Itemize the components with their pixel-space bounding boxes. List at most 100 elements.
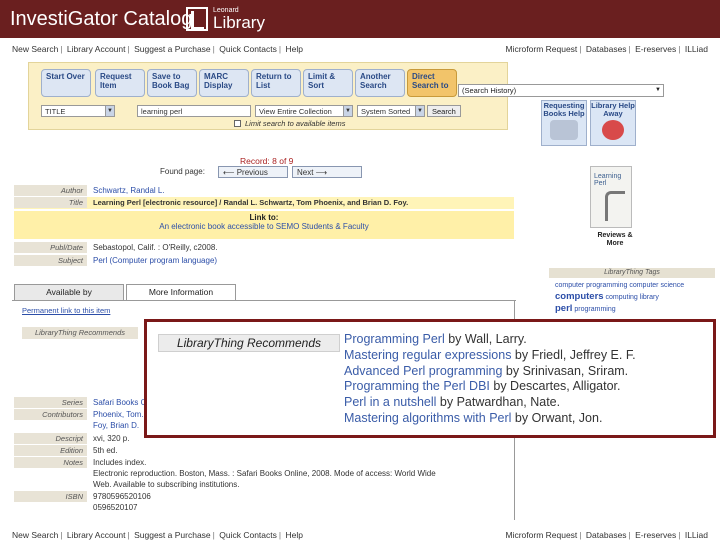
tag-link[interactable]: computer programming	[555, 282, 627, 289]
edition-value: 5th ed.	[93, 446, 118, 455]
search-term-input[interactable]: learning perl	[137, 105, 251, 117]
limit-available-label: Limit search to available items	[245, 119, 346, 128]
nav-new-search[interactable]: New Search	[12, 44, 58, 54]
descript-value: xvi, 320 p.	[93, 434, 130, 443]
notes-value: Electronic reproduction. Boston, Mass. :…	[93, 469, 436, 478]
recommendation-author: by Srinivasan, Sriram.	[502, 363, 629, 378]
chevron-down-icon: ▼	[655, 87, 661, 93]
tab-available-by[interactable]: Available by	[14, 284, 124, 300]
tag-link[interactable]: computing	[606, 294, 638, 301]
limit-available-checkbox[interactable]	[234, 120, 241, 127]
nav-illiad[interactable]: ILLiad	[685, 530, 708, 540]
direct-search-button[interactable]: Direct Search to	[407, 69, 457, 97]
return-to-list-button[interactable]: Return to List	[251, 69, 301, 97]
requesting-books-help-button[interactable]: Requesting Books Help	[541, 100, 587, 146]
chevron-down-icon: ▼	[105, 106, 114, 116]
recommendation-author: by Friedl, Jeffrey E. F.	[511, 347, 636, 362]
direct-search-select[interactable]: (Search History) ▼	[458, 84, 664, 97]
nav-quick-contacts[interactable]: Quick Contacts	[219, 530, 277, 540]
chat-bubble-icon	[602, 120, 624, 140]
library-help-button[interactable]: Library Help Away	[590, 100, 636, 146]
top-nav: New Search | Library Account | Suggest a P…	[12, 44, 708, 54]
recommendation-title-link[interactable]: Perl in a nutshell	[344, 395, 436, 409]
nav-quick-contacts[interactable]: Quick Contacts	[219, 44, 277, 54]
app-title: InvestiGator Catalog	[10, 8, 193, 30]
request-item-button[interactable]: Request Item	[95, 69, 145, 97]
marc-display-button[interactable]: MARC Display	[199, 69, 249, 97]
contributors-link[interactable]: Phoenix, Tom.	[93, 409, 144, 420]
requesting-books-help-label: Requesting Books Help	[543, 101, 585, 118]
tag-link[interactable]: computer science	[629, 282, 684, 289]
recommendation-title-link[interactable]: Programming Perl	[344, 332, 445, 346]
search-button[interactable]: Search	[427, 105, 461, 117]
header-bar: InvestiGator Catalog Leonard Library	[0, 0, 720, 38]
nav-microform-request[interactable]: Microform Request	[506, 530, 578, 540]
record-toolbar: Start Over Request Item Save to Book Bag…	[28, 62, 508, 130]
electronic-book-link[interactable]: An electronic book accessible to SEMO St…	[14, 222, 514, 231]
book-cover-image[interactable]: Learning Perl	[590, 166, 632, 228]
next-record-button[interactable]: Next ⟶	[292, 166, 362, 178]
arrow-right-icon: ⟶	[313, 168, 328, 177]
nav-suggest-purchase[interactable]: Suggest a Purchase	[134, 530, 211, 540]
nav-help[interactable]: Help	[285, 530, 302, 540]
recommendation-title-link[interactable]: Mastering algorithms with Perl	[344, 411, 511, 425]
nav-library-account[interactable]: Library Account	[67, 44, 126, 54]
tag-link[interactable]: perl	[555, 303, 572, 314]
tag-link[interactable]: computers	[555, 291, 604, 302]
nav-library-account[interactable]: Library Account	[67, 530, 126, 540]
limit-available-option[interactable]: Limit search to available items	[234, 119, 345, 128]
author-field: Author Schwartz, Randal L.	[14, 185, 514, 196]
permanent-link[interactable]: Permanent link to this item	[22, 306, 110, 315]
title-value: Learning Perl [electronic resource] / Ra…	[93, 198, 409, 207]
nav-microform-request[interactable]: Microform Request	[506, 44, 578, 54]
start-over-button[interactable]: Start Over	[41, 69, 91, 97]
recommendation-title-link[interactable]: Advanced Perl programming	[344, 364, 502, 378]
nav-suggest-purchase[interactable]: Suggest a Purchase	[134, 44, 211, 54]
llama-illustration-icon	[605, 191, 625, 221]
recommendation-item: Programming the Perl DBI by Descartes, A…	[344, 379, 636, 395]
nav-help[interactable]: Help	[285, 44, 302, 54]
another-search-button[interactable]: Another Search	[355, 69, 405, 97]
recommendation-title-link[interactable]: Mastering regular expressions	[344, 348, 511, 362]
collection-select[interactable]: View Entire Collection ▼	[255, 105, 353, 117]
pubdate-field: Publ/Date Sebastopol, Calif. : O'Reilly,…	[14, 242, 514, 253]
previous-record-button[interactable]: ⟵ Previous	[218, 166, 288, 178]
reviews-and-more-link[interactable]: Reviews & More	[590, 232, 640, 248]
tag-link[interactable]: library	[640, 294, 659, 301]
notes-value: Web. Available to subscribing institutio…	[93, 480, 240, 489]
library-help-label: Library Help Away	[591, 101, 635, 118]
edition-label: Edition	[14, 445, 87, 456]
nav-illiad[interactable]: ILLiad	[685, 44, 708, 54]
recommendation-title-link[interactable]: Programming the Perl DBI	[344, 379, 490, 393]
notes-field-2: Electronic reproduction. Boston, Mass. :…	[14, 468, 514, 479]
tag-link[interactable]: programming	[574, 306, 615, 313]
chevron-down-icon: ▼	[343, 106, 352, 116]
subject-link[interactable]: Perl (Computer program language)	[93, 255, 217, 266]
nav-databases[interactable]: Databases	[586, 44, 627, 54]
library-logo[interactable]: Leonard Library	[186, 6, 265, 32]
notes-field-3: Web. Available to subscribing institutio…	[14, 479, 514, 490]
next-label: Next	[297, 168, 314, 177]
isbn-field: ISBN 9780596520106	[14, 491, 514, 502]
electronic-link-box: Link to: An electronic book accessible t…	[14, 211, 514, 239]
title-label: Title	[14, 197, 87, 208]
limit-sort-button[interactable]: Limit & Sort	[303, 69, 353, 97]
edition-field: Edition 5th ed.	[14, 445, 514, 456]
nav-e-reserves[interactable]: E-reserves	[635, 44, 676, 54]
recommendation-item: Mastering regular expressions by Friedl,…	[344, 348, 636, 364]
nav-e-reserves[interactable]: E-reserves	[635, 530, 676, 540]
sort-select[interactable]: System Sorted ▼	[357, 105, 425, 117]
recommendation-author: by Orwant, Jon.	[511, 410, 603, 425]
collection-value: View Entire Collection	[259, 107, 332, 116]
popup-heading: LibraryThing Recommends	[158, 334, 340, 352]
author-link[interactable]: Schwartz, Randal L.	[93, 185, 165, 196]
isbn-field-2: 0596520107	[14, 502, 514, 513]
pubdate-value: Sebastopol, Calif. : O'Reilly, c2008.	[93, 243, 218, 252]
contributors-link[interactable]: Foy, Brian D.	[93, 420, 139, 431]
nav-databases[interactable]: Databases	[586, 530, 627, 540]
save-to-book-bag-button[interactable]: Save to Book Bag	[147, 69, 197, 97]
tab-more-information[interactable]: More Information	[126, 284, 236, 300]
nav-new-search[interactable]: New Search	[12, 530, 58, 540]
title-field: Title Learning Perl [electronic resource…	[14, 197, 514, 208]
search-type-select[interactable]: TITLE ▼	[41, 105, 115, 117]
